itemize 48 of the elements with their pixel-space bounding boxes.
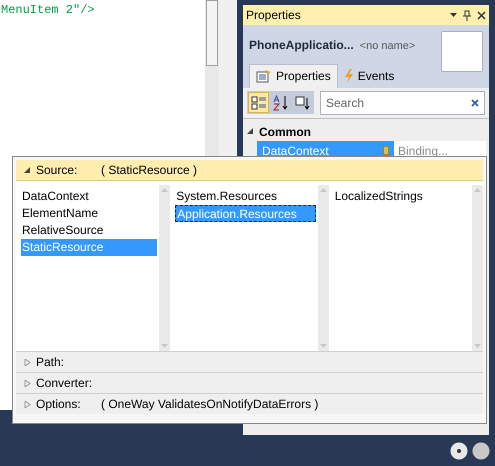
panel-tab[interactable]: Events xyxy=(338,64,400,88)
preview-box xyxy=(441,31,483,72)
scrollbar-track[interactable] xyxy=(318,185,329,351)
lightning-icon xyxy=(344,68,354,82)
object-name: <no name> xyxy=(360,39,416,54)
toolbar-button[interactable] xyxy=(248,92,269,113)
scrollbar-track[interactable] xyxy=(472,185,483,351)
scrollbar-thumb[interactable] xyxy=(206,0,218,66)
clear-icon[interactable] xyxy=(471,98,479,106)
section-value: ( OneWay ValidatesOnNotifyDataErrors ) xyxy=(101,396,318,413)
scroll-down-icon[interactable] xyxy=(320,344,327,348)
scroll-up-icon[interactable] xyxy=(320,188,327,192)
scroll-down-icon[interactable] xyxy=(474,344,481,348)
expand-triangle-icon[interactable] xyxy=(24,358,31,366)
collapse-triangle-icon[interactable] xyxy=(247,128,254,135)
pin-icon[interactable] xyxy=(463,10,471,20)
section-value: ( StaticResource ) xyxy=(101,162,198,179)
scroll-up-icon[interactable] xyxy=(161,188,168,192)
radio-dot-icon[interactable] xyxy=(450,442,468,460)
object-type: PhoneApplicatio... xyxy=(249,37,354,54)
category-header: Common xyxy=(259,124,311,140)
list-item[interactable]: ElementName xyxy=(21,205,158,222)
list-item[interactable]: LocalizedStrings xyxy=(334,188,470,205)
section-label: Source: xyxy=(36,162,78,179)
list-item[interactable]: System.Resources xyxy=(175,188,316,205)
dropdown-icon[interactable] xyxy=(450,13,457,17)
sort-az-icon xyxy=(272,94,288,110)
list-item[interactable]: RelativeSource xyxy=(21,222,158,239)
categorized-list-icon xyxy=(250,94,266,110)
code-line: MenuItem 2"/> xyxy=(1,3,96,18)
section-label[interactable]: Path: xyxy=(36,353,96,371)
binding-marker-icon[interactable] xyxy=(383,146,389,155)
list-item[interactable]: DataContext xyxy=(21,188,158,205)
panel-title: Properties xyxy=(246,7,302,24)
expand-triangle-icon[interactable] xyxy=(24,380,31,386)
property-sheet-icon xyxy=(256,69,272,83)
filter-events-icon xyxy=(294,94,310,110)
panel-tab[interactable]: Properties xyxy=(249,64,338,88)
expand-triangle-icon[interactable] xyxy=(24,400,31,408)
circle-icon[interactable] xyxy=(472,442,490,460)
scroll-up-icon[interactable] xyxy=(474,188,481,192)
scroll-down-icon[interactable] xyxy=(161,344,168,348)
collapse-triangle-icon[interactable] xyxy=(24,166,31,174)
search-field[interactable]: Search xyxy=(320,90,485,114)
scrollbar-track[interactable] xyxy=(159,185,170,351)
section-label[interactable]: Converter: xyxy=(36,374,96,392)
close-icon[interactable] xyxy=(477,10,486,20)
section-label[interactable]: Options: xyxy=(36,395,96,413)
